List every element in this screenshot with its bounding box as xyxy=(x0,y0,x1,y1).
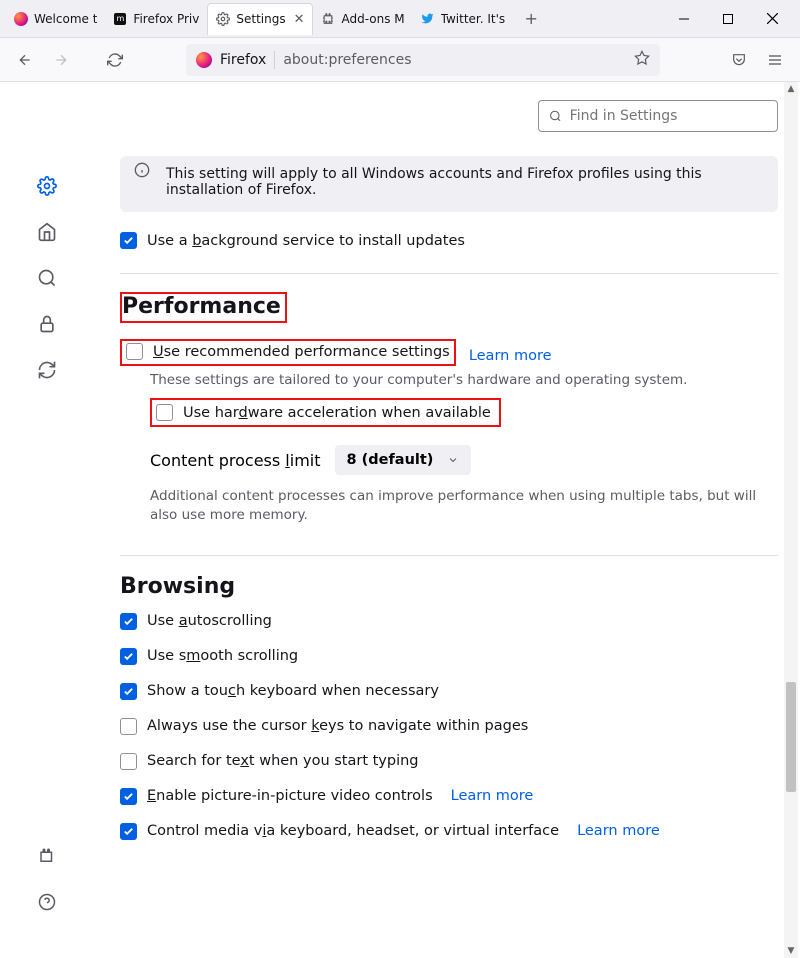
find-in-settings[interactable] xyxy=(538,100,778,132)
sidebar-search[interactable] xyxy=(31,262,63,294)
new-tab-button[interactable]: + xyxy=(517,9,545,28)
forward-button[interactable] xyxy=(46,45,76,75)
sidebar-help[interactable] xyxy=(31,886,63,918)
performance-heading: Performance xyxy=(120,292,778,323)
minimize-button[interactable] xyxy=(662,4,706,34)
info-notice: This setting will apply to all Windows a… xyxy=(120,156,778,212)
search-icon xyxy=(549,109,562,123)
divider xyxy=(120,273,778,274)
checkbox-label: Search for text when you start typing xyxy=(147,753,419,769)
content-area: This setting will apply to all Windows a… xyxy=(0,82,800,958)
divider xyxy=(120,555,778,556)
close-window-button[interactable] xyxy=(750,4,794,34)
checkbox-background-service[interactable]: Use a background service to install upda… xyxy=(120,232,778,249)
sidebar-general[interactable] xyxy=(31,170,63,202)
scroll-thumb[interactable] xyxy=(786,682,796,792)
checkbox-icon xyxy=(120,718,137,735)
sidebar-sync[interactable] xyxy=(31,354,63,386)
checkbox-icon xyxy=(120,613,137,630)
chevron-down-icon xyxy=(447,454,459,466)
menu-button[interactable] xyxy=(760,45,790,75)
checkbox-icon xyxy=(120,788,137,805)
reload-button[interactable] xyxy=(100,45,130,75)
sidebar-home[interactable] xyxy=(31,216,63,248)
notice-text: This setting will apply to all Windows a… xyxy=(166,166,702,198)
document-icon: m xyxy=(113,12,127,26)
tab-label: Welcome t xyxy=(34,12,97,26)
checkbox-browsing-0[interactable]: Use autoscrolling xyxy=(120,613,778,630)
url-bar[interactable]: Firefox about:preferences xyxy=(186,44,660,76)
checkbox-icon xyxy=(156,404,173,421)
window-controls xyxy=(662,4,794,34)
checkbox-browsing-3[interactable]: Always use the cursor keys to navigate w… xyxy=(120,718,778,735)
tab-label: Firefox Priv xyxy=(133,12,199,26)
learn-more-link[interactable]: Learn more xyxy=(451,788,534,804)
sidebar-privacy[interactable] xyxy=(31,308,63,340)
tab-addons[interactable]: Add-ons M xyxy=(313,3,412,35)
browsing-heading: Browsing xyxy=(120,574,778,599)
pocket-button[interactable] xyxy=(724,45,754,75)
checkbox-icon xyxy=(120,823,137,840)
checkbox-label: Use a background service to install upda… xyxy=(147,233,465,249)
url-text: about:preferences xyxy=(283,52,411,68)
checkbox-recommended-perf[interactable]: Use recommended performance settings xyxy=(126,343,450,360)
tab-strip: Welcome t m Firefox Priv Settings ✕ Add-… xyxy=(0,0,800,38)
tab-privacy[interactable]: m Firefox Priv xyxy=(105,3,207,35)
checkbox-icon xyxy=(120,232,137,249)
checkbox-label: Use recommended performance settings xyxy=(153,344,450,360)
checkbox-browsing-4[interactable]: Search for text when you start typing xyxy=(120,753,778,770)
content-process-limit-row: Content process limit 8 (default) xyxy=(150,445,778,475)
checkbox-label: Enable picture-in-picture video controls xyxy=(147,788,433,804)
checkbox-label: Control media via keyboard, headset, or … xyxy=(147,823,559,839)
checkbox-browsing-1[interactable]: Use smooth scrolling xyxy=(120,648,778,665)
select-value: 8 (default) xyxy=(347,452,434,468)
identity-label: Firefox xyxy=(220,52,266,68)
settings-sidebar xyxy=(0,82,94,958)
learn-more-link[interactable]: Learn more xyxy=(469,348,552,364)
checkbox-label: Use smooth scrolling xyxy=(147,648,298,664)
tab-welcome[interactable]: Welcome t xyxy=(6,3,105,35)
tab-twitter[interactable]: Twitter. It's xyxy=(413,3,514,35)
toolbar: Firefox about:preferences xyxy=(0,38,800,82)
gear-icon xyxy=(216,12,230,26)
close-icon[interactable]: ✕ xyxy=(294,12,305,27)
checkbox-browsing-2[interactable]: Show a touch keyboard when necessary xyxy=(120,683,778,700)
checkbox-browsing-5[interactable]: Enable picture-in-picture video controls… xyxy=(120,788,778,805)
separator xyxy=(274,51,275,69)
checkbox-hw-accel[interactable]: Use hardware acceleration when available xyxy=(156,404,491,421)
checkbox-label: Use autoscrolling xyxy=(147,613,272,629)
checkbox-label: Always use the cursor keys to navigate w… xyxy=(147,718,528,734)
checkbox-browsing-6[interactable]: Control media via keyboard, headset, or … xyxy=(120,823,778,840)
process-limit-note: Additional content processes can improve… xyxy=(150,487,778,525)
checkbox-label: Use hardware acceleration when available xyxy=(183,405,491,421)
scroll-down-icon[interactable]: ▼ xyxy=(784,944,798,958)
content-process-limit-select[interactable]: 8 (default) xyxy=(335,445,472,475)
bookmark-star-icon[interactable] xyxy=(634,50,650,70)
tab-label: Add-ons M xyxy=(341,12,404,26)
maximize-button[interactable] xyxy=(706,4,750,34)
tab-label: Settings xyxy=(236,12,285,26)
back-button[interactable] xyxy=(10,45,40,75)
tab-label: Twitter. It's xyxy=(441,12,506,26)
twitter-icon xyxy=(421,12,435,26)
select-label: Content process limit xyxy=(150,451,321,470)
search-input[interactable] xyxy=(570,108,767,124)
checkbox-icon xyxy=(126,343,143,360)
checkbox-icon xyxy=(120,753,137,770)
puzzle-icon xyxy=(321,12,335,26)
checkbox-label: Show a touch keyboard when necessary xyxy=(147,683,439,699)
firefox-icon xyxy=(196,52,212,68)
performance-note: These settings are tailored to your comp… xyxy=(150,372,778,388)
checkbox-icon xyxy=(120,683,137,700)
firefox-icon xyxy=(14,12,28,26)
vertical-scrollbar[interactable]: ▲ ▼ xyxy=(784,82,798,958)
scroll-up-icon[interactable]: ▲ xyxy=(784,82,798,96)
learn-more-link[interactable]: Learn more xyxy=(577,823,660,839)
sidebar-extensions[interactable] xyxy=(31,840,63,872)
info-icon xyxy=(134,162,150,182)
checkbox-icon xyxy=(120,648,137,665)
settings-main: This setting will apply to all Windows a… xyxy=(94,82,800,958)
tab-settings[interactable]: Settings ✕ xyxy=(207,3,313,35)
